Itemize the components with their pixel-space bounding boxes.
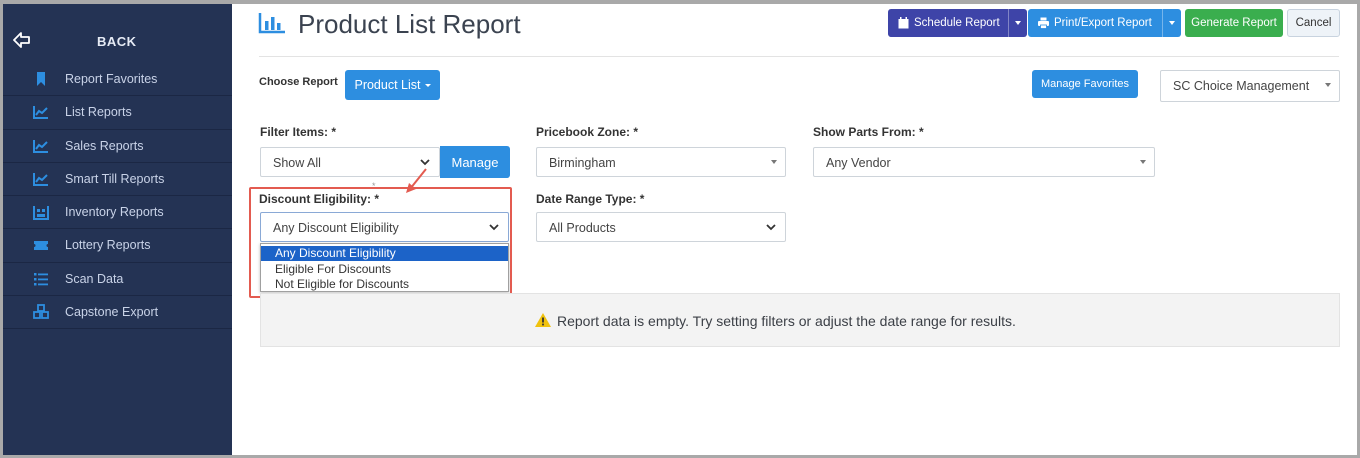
calendar-icon — [898, 17, 909, 29]
chevron-down-icon — [420, 159, 430, 166]
back-label: BACK — [97, 34, 137, 49]
sidebar-item-report-favorites[interactable]: Report Favorites — [3, 63, 232, 97]
print-dropdown-toggle[interactable] — [1162, 9, 1181, 37]
pricebook-zone-value: Birmingham — [549, 156, 616, 170]
warning-icon — [535, 313, 551, 327]
sidebar-item-sales-reports[interactable]: Sales Reports — [3, 130, 232, 163]
company-value: SC Choice Management — [1173, 79, 1310, 93]
bar-chart-icon — [258, 13, 285, 34]
pricebook-zone-label: Pricebook Zone: * — [536, 125, 639, 139]
schedule-dropdown-toggle[interactable] — [1008, 9, 1027, 37]
date-range-type-label: Date Range Type: * — [536, 192, 645, 206]
notice-text: Report data is empty. Try setting filter… — [557, 313, 1016, 329]
page-title: Product List Report — [298, 9, 521, 39]
sidebar-item-label: Inventory Reports — [65, 205, 164, 220]
date-range-type-value: All Products — [549, 221, 616, 235]
filter-items-value: Show All — [273, 156, 321, 170]
line-chart-icon — [33, 172, 48, 186]
report-type-dropdown[interactable]: Product List — [345, 70, 440, 100]
back-button[interactable]: BACK — [3, 20, 232, 62]
sidebar-item-smart-till-reports[interactable]: Smart Till Reports — [3, 163, 232, 197]
sidebar-item-label: Lottery Reports — [65, 238, 151, 253]
choose-report-label: Choose Report — [259, 76, 338, 88]
sidebar-item-list-reports[interactable]: List Reports — [3, 96, 232, 130]
warehouse-icon — [33, 206, 49, 221]
caret-down-icon — [1325, 83, 1331, 87]
line-chart-icon — [33, 106, 48, 120]
sidebar-item-inventory-reports[interactable]: Inventory Reports — [3, 196, 232, 230]
arrow-left-icon — [13, 32, 30, 48]
sidebar-item-label: Smart Till Reports — [65, 171, 165, 186]
caret-down-icon — [424, 83, 431, 87]
empty-report-notice: Report data is empty. Try setting filter… — [260, 293, 1340, 347]
list-icon — [34, 272, 48, 286]
cubes-icon — [33, 304, 49, 319]
bookmark-icon — [37, 72, 45, 86]
sidebar: BACK Report Favorites List Reports Sales… — [3, 4, 232, 455]
show-parts-value: Any Vendor — [826, 156, 891, 170]
sidebar-item-label: Scan Data — [65, 271, 124, 286]
caret-down-icon — [771, 160, 777, 164]
filter-items-label: Filter Items: * — [260, 125, 337, 139]
manage-filter-button[interactable]: Manage — [440, 146, 510, 178]
print-export-button[interactable]: Print/Export Report — [1028, 9, 1181, 37]
print-export-label: Print/Export Report — [1054, 17, 1152, 29]
manage-favorites-button[interactable]: Manage Favorites — [1032, 70, 1138, 98]
generate-report-button[interactable]: Generate Report — [1185, 9, 1283, 37]
caret-down-icon — [1169, 21, 1175, 25]
show-parts-select[interactable]: Any Vendor — [813, 147, 1155, 177]
main-content: Product List Report Schedule Report Prin… — [232, 4, 1357, 455]
annotation-arrow-icon — [406, 168, 427, 193]
sidebar-item-scan-data[interactable]: Scan Data — [3, 263, 232, 297]
date-range-type-select[interactable]: All Products — [536, 212, 786, 242]
sidebar-item-label: Sales Reports — [65, 138, 144, 153]
annotation-highlight-box — [249, 187, 512, 298]
sidebar-item-lottery-reports[interactable]: Lottery Reports — [3, 229, 232, 263]
sidebar-item-label: Report Favorites — [65, 72, 158, 86]
schedule-report-button[interactable]: Schedule Report — [888, 9, 1027, 37]
report-type-label: Product List — [354, 78, 421, 92]
sidebar-item-label: List Reports — [65, 105, 132, 120]
ticket-icon — [34, 241, 48, 251]
sidebar-item-label: Capstone Export — [65, 305, 159, 320]
cancel-button[interactable]: Cancel — [1287, 9, 1340, 37]
title-divider — [259, 56, 1339, 57]
company-select[interactable]: SC Choice Management — [1160, 70, 1340, 102]
schedule-report-label: Schedule Report — [914, 17, 1000, 29]
printer-icon — [1038, 17, 1049, 29]
caret-down-icon — [1140, 160, 1146, 164]
sidebar-menu: Report Favorites List Reports Sales Repo… — [3, 63, 232, 330]
sidebar-item-capstone-export[interactable]: Capstone Export — [3, 296, 232, 330]
show-parts-label: Show Parts From: * — [813, 125, 924, 139]
pricebook-zone-select[interactable]: Birmingham — [536, 147, 786, 177]
chevron-down-icon — [766, 224, 776, 231]
line-chart-icon — [33, 139, 48, 153]
caret-down-icon — [1015, 21, 1021, 25]
